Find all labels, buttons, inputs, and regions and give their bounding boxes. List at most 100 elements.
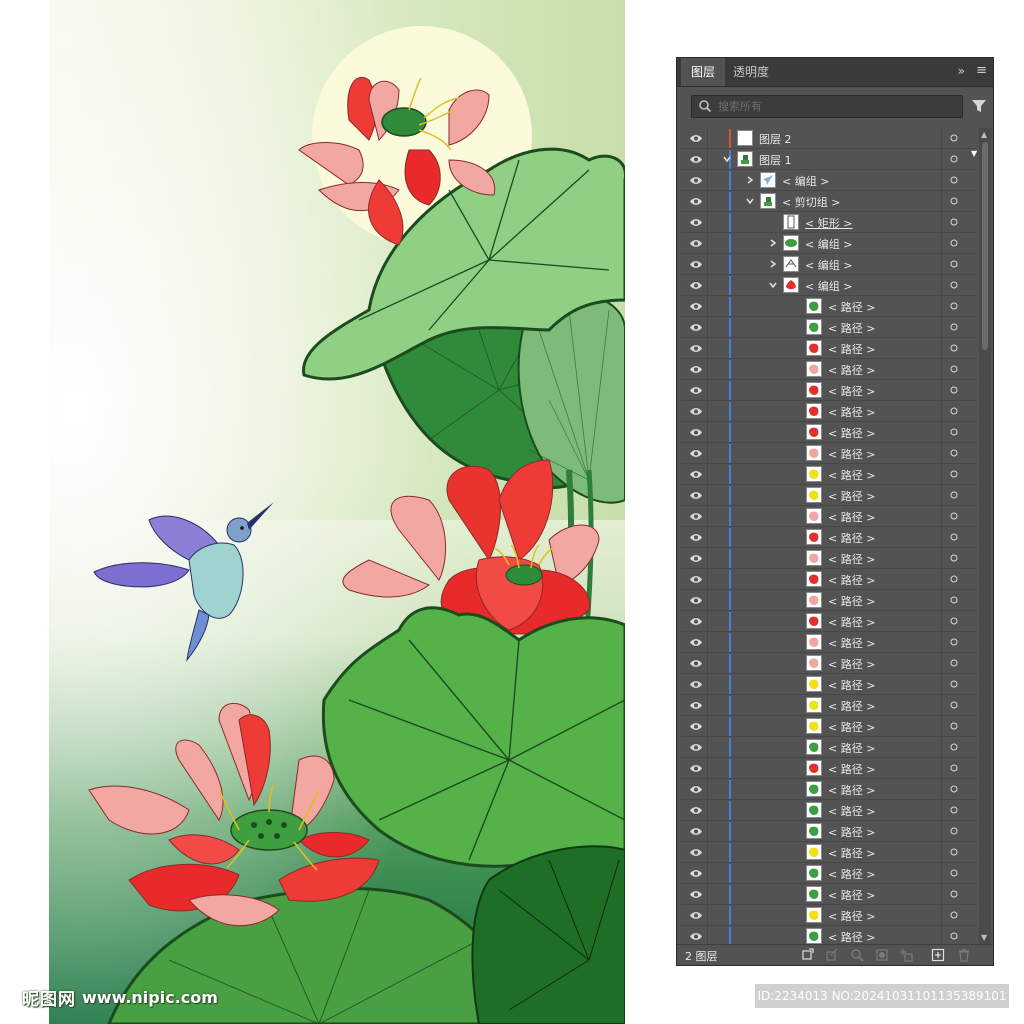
layer-name[interactable]: < 路径 >	[828, 488, 875, 504]
layer-name[interactable]: < 路径 >	[828, 908, 875, 924]
target-circle-icon[interactable]	[950, 155, 958, 163]
layer-name[interactable]: < 编组 >	[805, 236, 852, 252]
layer-name[interactable]: < 路径 >	[828, 761, 875, 777]
locate-object-icon[interactable]	[850, 948, 864, 962]
target-circle-icon[interactable]	[950, 428, 958, 436]
target-circle-icon[interactable]	[950, 554, 958, 562]
target-circle-icon[interactable]	[950, 911, 958, 919]
target-circle-icon[interactable]	[950, 239, 958, 247]
layer-row[interactable]: < 路径 >	[681, 359, 977, 380]
collapse-panel-icon[interactable]: »	[958, 64, 965, 78]
visibility-eye-icon[interactable]	[689, 722, 703, 731]
layer-row[interactable]: < 路径 >	[681, 632, 977, 653]
layer-name[interactable]: < 编组 >	[805, 257, 852, 273]
chevron-right-icon[interactable]	[768, 259, 778, 269]
visibility-eye-icon[interactable]	[689, 407, 703, 416]
layer-name[interactable]: < 路径 >	[828, 824, 875, 840]
visibility-eye-icon[interactable]	[689, 365, 703, 374]
layer-row[interactable]: < 路径 >	[681, 464, 977, 485]
target-circle-icon[interactable]	[950, 197, 958, 205]
collect-export-icon[interactable]	[801, 948, 815, 962]
visibility-eye-icon[interactable]	[689, 386, 703, 395]
target-circle-icon[interactable]	[950, 281, 958, 289]
layer-row[interactable]: < 编组 >	[681, 170, 977, 191]
layer-row[interactable]: < 路径 >	[681, 485, 977, 506]
layer-name[interactable]: < 路径 >	[828, 656, 875, 672]
layer-name[interactable]: < 路径 >	[828, 677, 875, 693]
target-circle-icon[interactable]	[950, 722, 958, 730]
target-circle-icon[interactable]	[950, 617, 958, 625]
layer-row[interactable]: 图层 2	[681, 128, 977, 149]
layer-row[interactable]: < 路径 >	[681, 842, 977, 863]
layer-name[interactable]: < 路径 >	[828, 719, 875, 735]
layer-name[interactable]: < 编组 >	[805, 278, 852, 294]
clipping-mask-icon[interactable]	[875, 948, 889, 962]
visibility-eye-icon[interactable]	[689, 890, 703, 899]
visibility-eye-icon[interactable]	[689, 785, 703, 794]
target-circle-icon[interactable]	[950, 407, 958, 415]
layer-name[interactable]: < 路径 >	[828, 635, 875, 651]
visibility-eye-icon[interactable]	[689, 197, 703, 206]
layer-name[interactable]: < 路径 >	[828, 341, 875, 357]
layer-name[interactable]: < 路径 >	[828, 803, 875, 819]
layer-row[interactable]: < 路径 >	[681, 569, 977, 590]
visibility-eye-icon[interactable]	[689, 155, 703, 164]
visibility-eye-icon[interactable]	[689, 848, 703, 857]
layer-name[interactable]: < 路径 >	[828, 467, 875, 483]
target-circle-icon[interactable]	[950, 932, 958, 940]
layer-row[interactable]: < 路径 >	[681, 716, 977, 737]
scroll-down-icon[interactable]: ▼	[981, 933, 987, 942]
target-circle-icon[interactable]	[950, 701, 958, 709]
visibility-eye-icon[interactable]	[689, 869, 703, 878]
layer-name[interactable]: < 矩形 >	[805, 215, 852, 231]
target-circle-icon[interactable]	[950, 533, 958, 541]
layer-row[interactable]: < 路径 >	[681, 905, 977, 926]
chevron-down-icon[interactable]	[745, 196, 755, 206]
layer-name[interactable]: 图层 2	[759, 131, 792, 147]
target-circle-icon[interactable]	[950, 449, 958, 457]
target-circle-icon[interactable]	[950, 218, 958, 226]
visibility-eye-icon[interactable]	[689, 281, 703, 290]
scroll-up-icon[interactable]: ▲	[981, 130, 987, 139]
layer-row[interactable]: < 路径 >	[681, 695, 977, 716]
chevron-right-icon[interactable]	[745, 175, 755, 185]
visibility-eye-icon[interactable]	[689, 533, 703, 542]
visibility-eye-icon[interactable]	[689, 827, 703, 836]
layer-name[interactable]: < 路径 >	[828, 509, 875, 525]
target-circle-icon[interactable]	[950, 323, 958, 331]
layer-row[interactable]: < 路径 >	[681, 926, 977, 944]
layer-row[interactable]: 图层 1	[681, 149, 977, 170]
export-icon[interactable]	[825, 948, 839, 962]
chevron-right-icon[interactable]	[768, 238, 778, 248]
layer-row[interactable]: < 路径 >	[681, 800, 977, 821]
layer-name[interactable]: < 路径 >	[828, 866, 875, 882]
layer-row[interactable]: < 路径 >	[681, 380, 977, 401]
search-input[interactable]	[718, 98, 948, 115]
scroll-thumb[interactable]	[982, 142, 988, 350]
target-circle-icon[interactable]	[950, 743, 958, 751]
visibility-eye-icon[interactable]	[689, 491, 703, 500]
layer-row[interactable]: < 路径 >	[681, 653, 977, 674]
layer-name[interactable]: < 路径 >	[828, 425, 875, 441]
visibility-eye-icon[interactable]	[689, 596, 703, 605]
layer-name[interactable]: < 路径 >	[828, 383, 875, 399]
target-circle-icon[interactable]	[950, 512, 958, 520]
layer-name[interactable]: < 路径 >	[828, 404, 875, 420]
layer-row[interactable]: < 路径 >	[681, 422, 977, 443]
visibility-eye-icon[interactable]	[689, 344, 703, 353]
target-circle-icon[interactable]	[950, 806, 958, 814]
target-circle-icon[interactable]	[950, 890, 958, 898]
chevron-down-icon[interactable]	[768, 280, 778, 290]
target-circle-icon[interactable]	[950, 680, 958, 688]
layer-name[interactable]: < 路径 >	[828, 572, 875, 588]
layer-name[interactable]: < 路径 >	[828, 929, 875, 944]
layer-row[interactable]: < 路径 >	[681, 590, 977, 611]
target-circle-icon[interactable]	[950, 176, 958, 184]
layer-row[interactable]: < 剪切组 >	[681, 191, 977, 212]
layer-name[interactable]: < 路径 >	[828, 362, 875, 378]
visibility-eye-icon[interactable]	[689, 449, 703, 458]
target-circle-icon[interactable]	[950, 260, 958, 268]
layer-name[interactable]: < 路径 >	[828, 740, 875, 756]
target-circle-icon[interactable]	[950, 785, 958, 793]
tab-layers[interactable]: 图层	[681, 58, 726, 86]
